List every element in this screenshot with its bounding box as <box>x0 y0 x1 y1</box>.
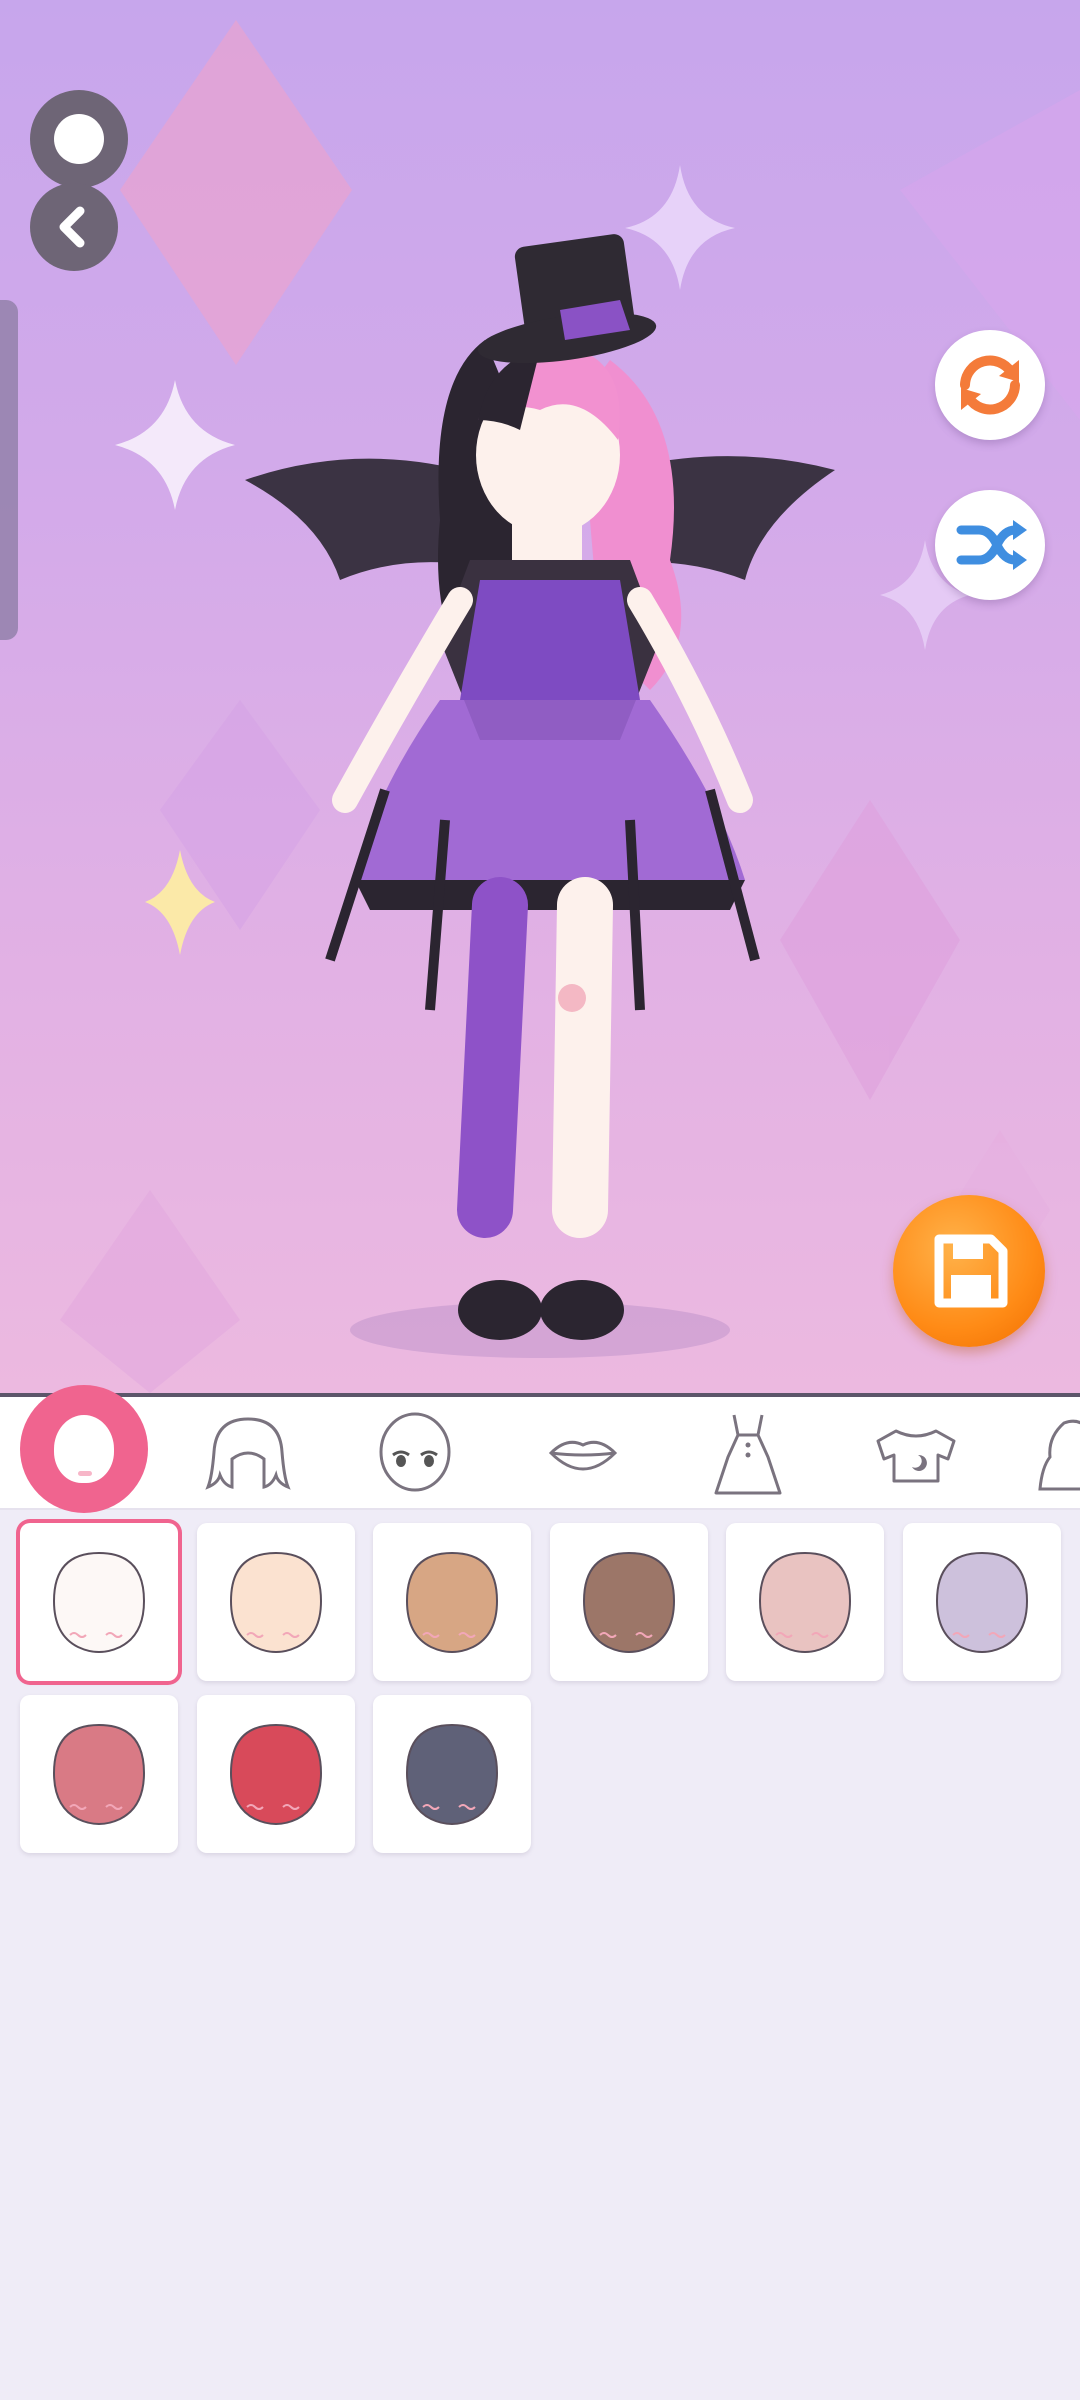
face-swatch-icon <box>52 1723 146 1825</box>
character-stage <box>0 0 1080 1393</box>
save-button[interactable] <box>893 1195 1045 1347</box>
skin-tone-swatch[interactable] <box>373 1523 531 1681</box>
character-illustration <box>245 234 835 1358</box>
refresh-icon <box>960 355 1020 415</box>
face-swatch-icon <box>405 1551 499 1653</box>
hair-icon <box>205 1417 291 1490</box>
tab-face[interactable] <box>20 1385 148 1513</box>
skin-tone-swatch[interactable] <box>20 1523 178 1681</box>
face-swatch-icon <box>405 1723 499 1825</box>
face-blush <box>78 1471 92 1476</box>
skin-tone-swatch[interactable] <box>196 1695 355 1853</box>
menu-button[interactable] <box>30 90 128 188</box>
shirt-icon <box>876 1429 956 1483</box>
tab-mouth[interactable] <box>523 1397 643 1510</box>
dress-icon <box>714 1414 782 1495</box>
skin-tone-swatch[interactable] <box>902 1523 1061 1681</box>
face-swatch-icon <box>52 1551 146 1653</box>
floppy-disk-icon <box>934 1234 1008 1308</box>
skin-tone-swatch[interactable] <box>196 1523 355 1681</box>
stage-background <box>60 20 1080 1393</box>
eyes-icon <box>379 1412 451 1492</box>
face-swatch-icon <box>229 1723 322 1825</box>
reset-button[interactable] <box>935 330 1045 440</box>
chevron-left-icon <box>59 206 85 248</box>
shuffle-icon <box>956 520 1027 570</box>
partial-icon <box>1038 1419 1080 1491</box>
side-drawer-handle[interactable] <box>0 300 18 640</box>
face-swatch-icon <box>935 1551 1028 1653</box>
face-swatch-icon <box>229 1551 322 1653</box>
category-tab-bar <box>0 1385 1080 1513</box>
lips-icon <box>548 1440 618 1471</box>
tab-top[interactable] <box>856 1397 976 1510</box>
tab-eyes[interactable] <box>355 1397 475 1510</box>
tab-more[interactable] <box>1020 1397 1080 1510</box>
face-swatch-icon <box>758 1551 852 1653</box>
back-button[interactable] <box>30 183 118 271</box>
skin-tone-swatch[interactable] <box>20 1695 178 1853</box>
shuffle-button[interactable] <box>935 490 1045 600</box>
skin-tone-swatch[interactable] <box>373 1695 531 1853</box>
tab-hair[interactable] <box>188 1397 308 1510</box>
circle-icon <box>54 114 104 164</box>
face-swatch-icon <box>582 1551 675 1653</box>
skin-tone-swatch[interactable] <box>549 1523 708 1681</box>
skin-tone-swatch[interactable] <box>726 1523 884 1681</box>
tab-dress[interactable] <box>688 1397 808 1510</box>
